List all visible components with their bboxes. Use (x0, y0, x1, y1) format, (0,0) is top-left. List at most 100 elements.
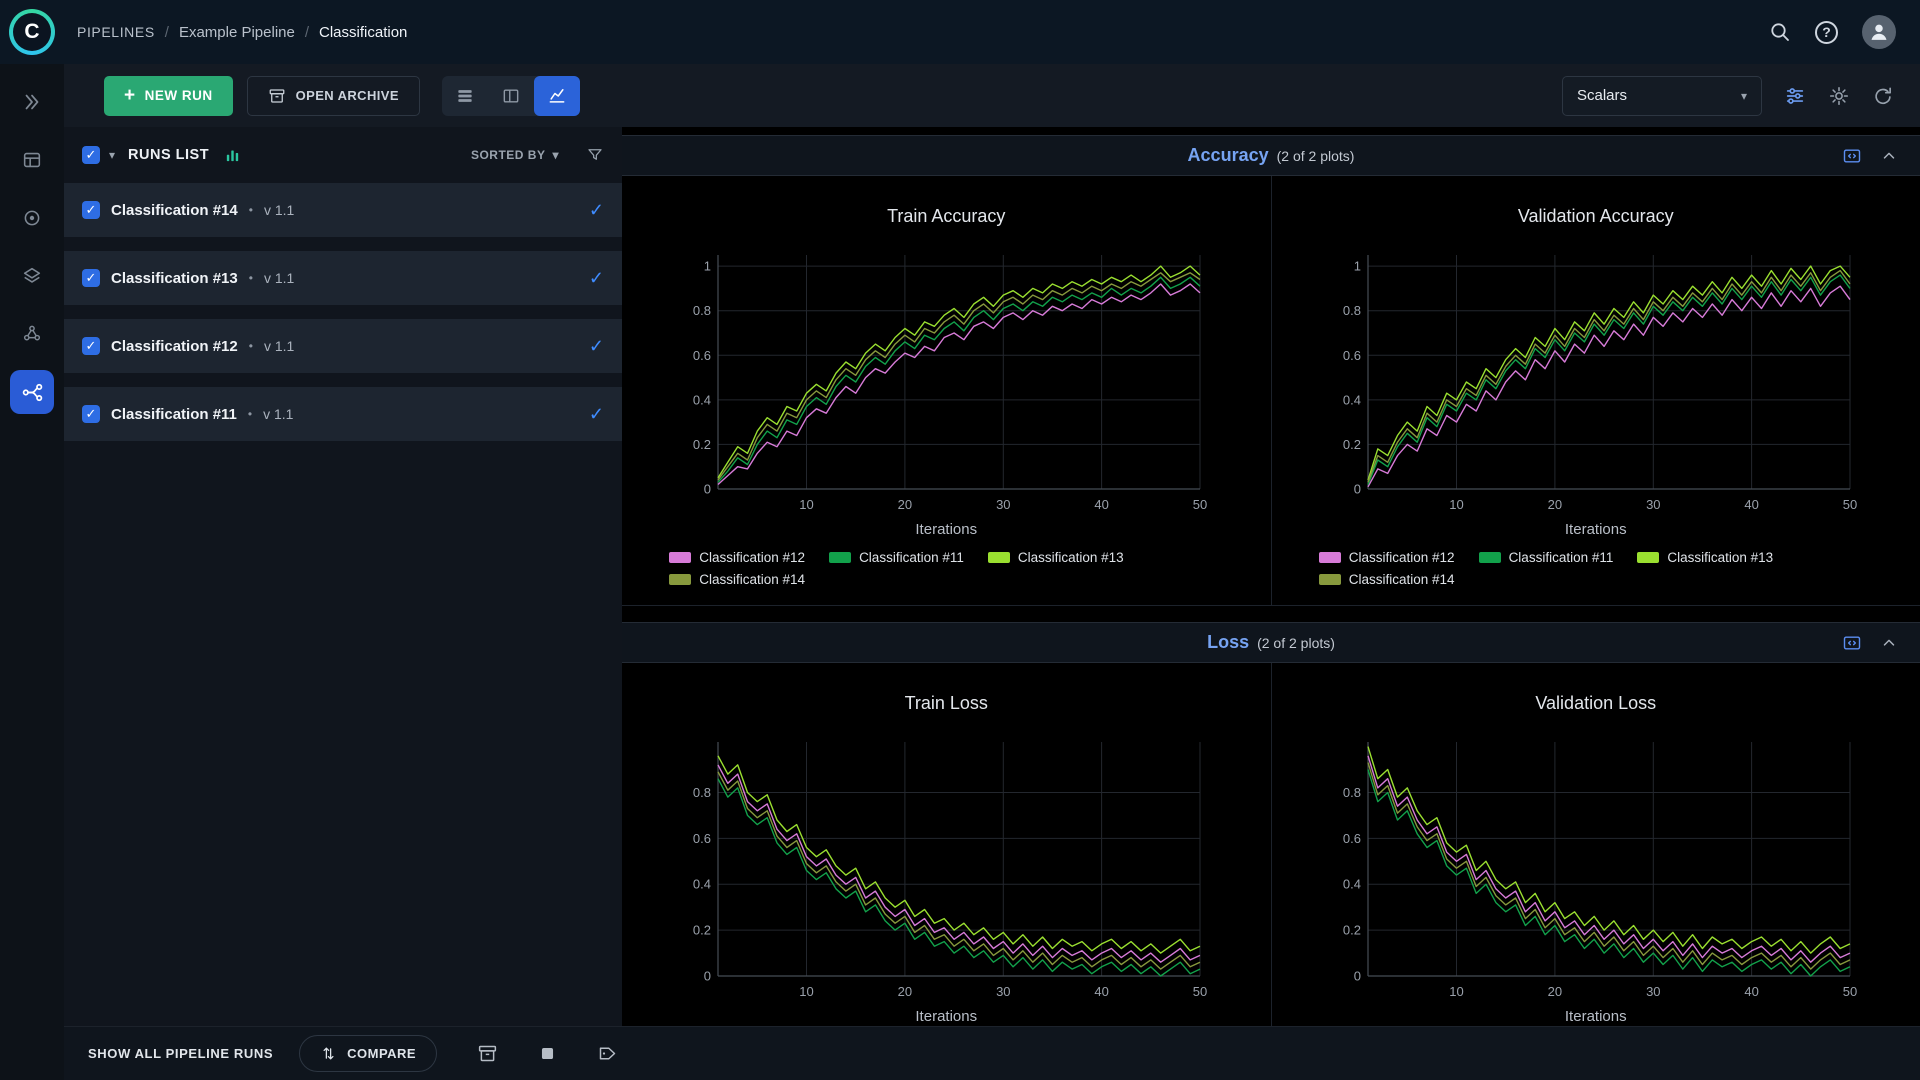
sidebar-item-reports[interactable] (10, 254, 54, 298)
search-icon[interactable] (1769, 21, 1791, 43)
section-plot-count: (2 of 2 plots) (1276, 148, 1355, 164)
sidebar-item-models[interactable] (10, 196, 54, 240)
equalizer-icon[interactable] (224, 147, 241, 164)
svg-text:0: 0 (1354, 969, 1361, 984)
table-view-button[interactable] (442, 76, 488, 116)
select-menu-chevron-icon[interactable]: ▾ (109, 148, 115, 162)
embed-plot-icon[interactable] (1842, 633, 1862, 653)
run-checkbox[interactable]: ✓ (82, 337, 100, 355)
legend-item[interactable]: Classification #13 (987, 550, 1124, 565)
svg-text:20: 20 (1547, 984, 1561, 999)
compare-arrows-icon (320, 1045, 337, 1062)
topbar-actions: ? (1769, 15, 1896, 49)
breadcrumb-pipelines[interactable]: PIPELINES (77, 24, 155, 40)
svg-text:50: 50 (1193, 984, 1207, 999)
run-checkbox[interactable]: ✓ (82, 201, 100, 219)
compare-button[interactable]: COMPARE (299, 1035, 438, 1072)
archive-icon[interactable] (477, 1043, 498, 1064)
collapse-chevron-up-icon[interactable] (1880, 634, 1898, 652)
metric-variant-select[interactable]: Scalars ▾ (1562, 75, 1762, 116)
svg-text:20: 20 (898, 984, 912, 999)
run-row-classification-14[interactable]: ✓ Classification #14 • v 1.1 ✓ (64, 183, 622, 237)
validation-accuracy-plot[interactable]: 10 20 30 40 50 0 0.2 0.4 0.6 0.8 1 (1326, 245, 1866, 517)
legend-swatch (987, 552, 1010, 563)
svg-text:0.6: 0.6 (1343, 348, 1361, 363)
run-selected-check-icon: ✓ (588, 335, 604, 356)
legend-label: Classification #11 (859, 550, 964, 565)
charts-view-button[interactable] (533, 75, 580, 116)
show-all-pipeline-runs-button[interactable]: SHOW ALL PIPELINE RUNS (88, 1046, 273, 1061)
run-selected-check-icon: ✓ (588, 267, 604, 288)
sidebar-item-datasets[interactable] (10, 138, 54, 182)
legend-swatch (1637, 552, 1660, 563)
validation-loss-plot[interactable]: 10 20 30 40 50 0 0.2 0.4 0.6 0.8 (1326, 732, 1866, 1004)
chart-title: Train Accuracy (887, 206, 1006, 226)
legend-item[interactable]: Classification #12 (1318, 550, 1455, 565)
svg-text:30: 30 (1646, 984, 1660, 999)
sidebar-item-projects[interactable] (10, 80, 54, 124)
sidebar-item-applications[interactable] (10, 312, 54, 356)
train-loss-plot[interactable]: 10 20 30 40 50 0 0.2 0.4 0.6 0.8 (676, 732, 1216, 1004)
filter-icon[interactable] (586, 146, 604, 164)
sidebar-item-pipelines[interactable] (10, 370, 54, 414)
legend-item[interactable]: Classification #11 (829, 550, 964, 565)
accuracy-section-header: Accuracy (2 of 2 plots) (622, 135, 1920, 176)
x-axis-label: Iterations (915, 1008, 978, 1025)
section-title-loss[interactable]: Loss (1207, 632, 1249, 652)
legend-label: Classification #12 (1348, 550, 1455, 565)
loss-charts-row: Train Loss 10 20 30 40 50 0 0.2 0.4 0.6 0.8 Itera… (622, 663, 1920, 1026)
svg-text:30: 30 (996, 497, 1010, 512)
abort-stop-icon[interactable] (538, 1044, 557, 1063)
run-row-classification-13[interactable]: ✓ Classification #13 • v 1.1 ✓ (64, 251, 622, 305)
bottom-bar: SHOW ALL PIPELINE RUNS COMPARE (64, 1026, 1920, 1080)
run-version: v 1.1 (263, 406, 294, 422)
legend-swatch (829, 552, 852, 563)
tune-settings-icon[interactable] (1784, 85, 1806, 107)
section-title-accuracy[interactable]: Accuracy (1188, 145, 1269, 165)
run-row-classification-12[interactable]: ✓ Classification #12 • v 1.1 ✓ (64, 319, 622, 373)
svg-text:30: 30 (1646, 497, 1660, 512)
run-row-classification-11[interactable]: ✓ Classification #11 • v 1.1 ✓ (64, 387, 622, 441)
new-run-button[interactable]: + NEW RUN (104, 75, 233, 116)
legend-swatch (1318, 552, 1341, 563)
legend-item[interactable]: Classification #13 (1637, 550, 1773, 565)
bullet-separator: • (248, 203, 253, 217)
legend-item[interactable]: Classification #12 (669, 550, 805, 565)
plot-legend: Classification #12 Classification #11 Clas… (661, 550, 1231, 587)
run-name: Classification #14 (111, 201, 238, 219)
logo-letter: C (13, 13, 51, 51)
help-icon[interactable]: ? (1815, 20, 1838, 44)
bullet-separator: • (248, 271, 253, 285)
section-plot-count: (2 of 2 plots) (1257, 635, 1335, 651)
tags-icon[interactable] (597, 1043, 618, 1064)
legend-item[interactable]: Classification #14 (1318, 572, 1455, 587)
breadcrumb: PIPELINES / Example Pipeline / Classific… (77, 24, 407, 41)
select-all-checkbox[interactable]: ✓ (82, 146, 100, 164)
new-run-label: NEW RUN (144, 88, 213, 103)
legend-label: Classification #11 (1508, 550, 1614, 565)
embed-plot-icon[interactable] (1842, 146, 1862, 166)
split-view-button[interactable] (488, 76, 534, 116)
svg-text:0.2: 0.2 (693, 923, 711, 938)
clearml-logo[interactable]: C (9, 9, 55, 55)
breadcrumb-classification[interactable]: Classification (319, 24, 407, 41)
collapse-chevron-up-icon[interactable] (1880, 147, 1898, 165)
refresh-icon[interactable] (1872, 85, 1894, 107)
svg-text:20: 20 (898, 497, 912, 512)
run-name: Classification #13 (111, 269, 238, 287)
run-checkbox[interactable]: ✓ (82, 405, 100, 423)
svg-text:40: 40 (1744, 497, 1758, 512)
open-archive-button[interactable]: OPEN ARCHIVE (246, 75, 420, 116)
svg-text:0.8: 0.8 (1343, 303, 1361, 318)
legend-item[interactable]: Classification #14 (669, 572, 805, 587)
breadcrumb-example-pipeline[interactable]: Example Pipeline (179, 24, 295, 41)
toolbar-right-controls: Scalars ▾ (1562, 75, 1894, 116)
run-checkbox[interactable]: ✓ (82, 269, 100, 287)
user-avatar[interactable] (1862, 15, 1896, 49)
sorted-by-control[interactable]: SORTED BY ▾ (471, 148, 559, 162)
train-accuracy-plot[interactable]: 10 20 30 40 50 0 0.2 0.4 0.6 0.8 1 (676, 245, 1216, 517)
svg-text:50: 50 (1843, 984, 1857, 999)
gear-icon[interactable] (1828, 85, 1850, 107)
svg-text:0.8: 0.8 (693, 303, 711, 318)
legend-item[interactable]: Classification #11 (1478, 550, 1614, 565)
